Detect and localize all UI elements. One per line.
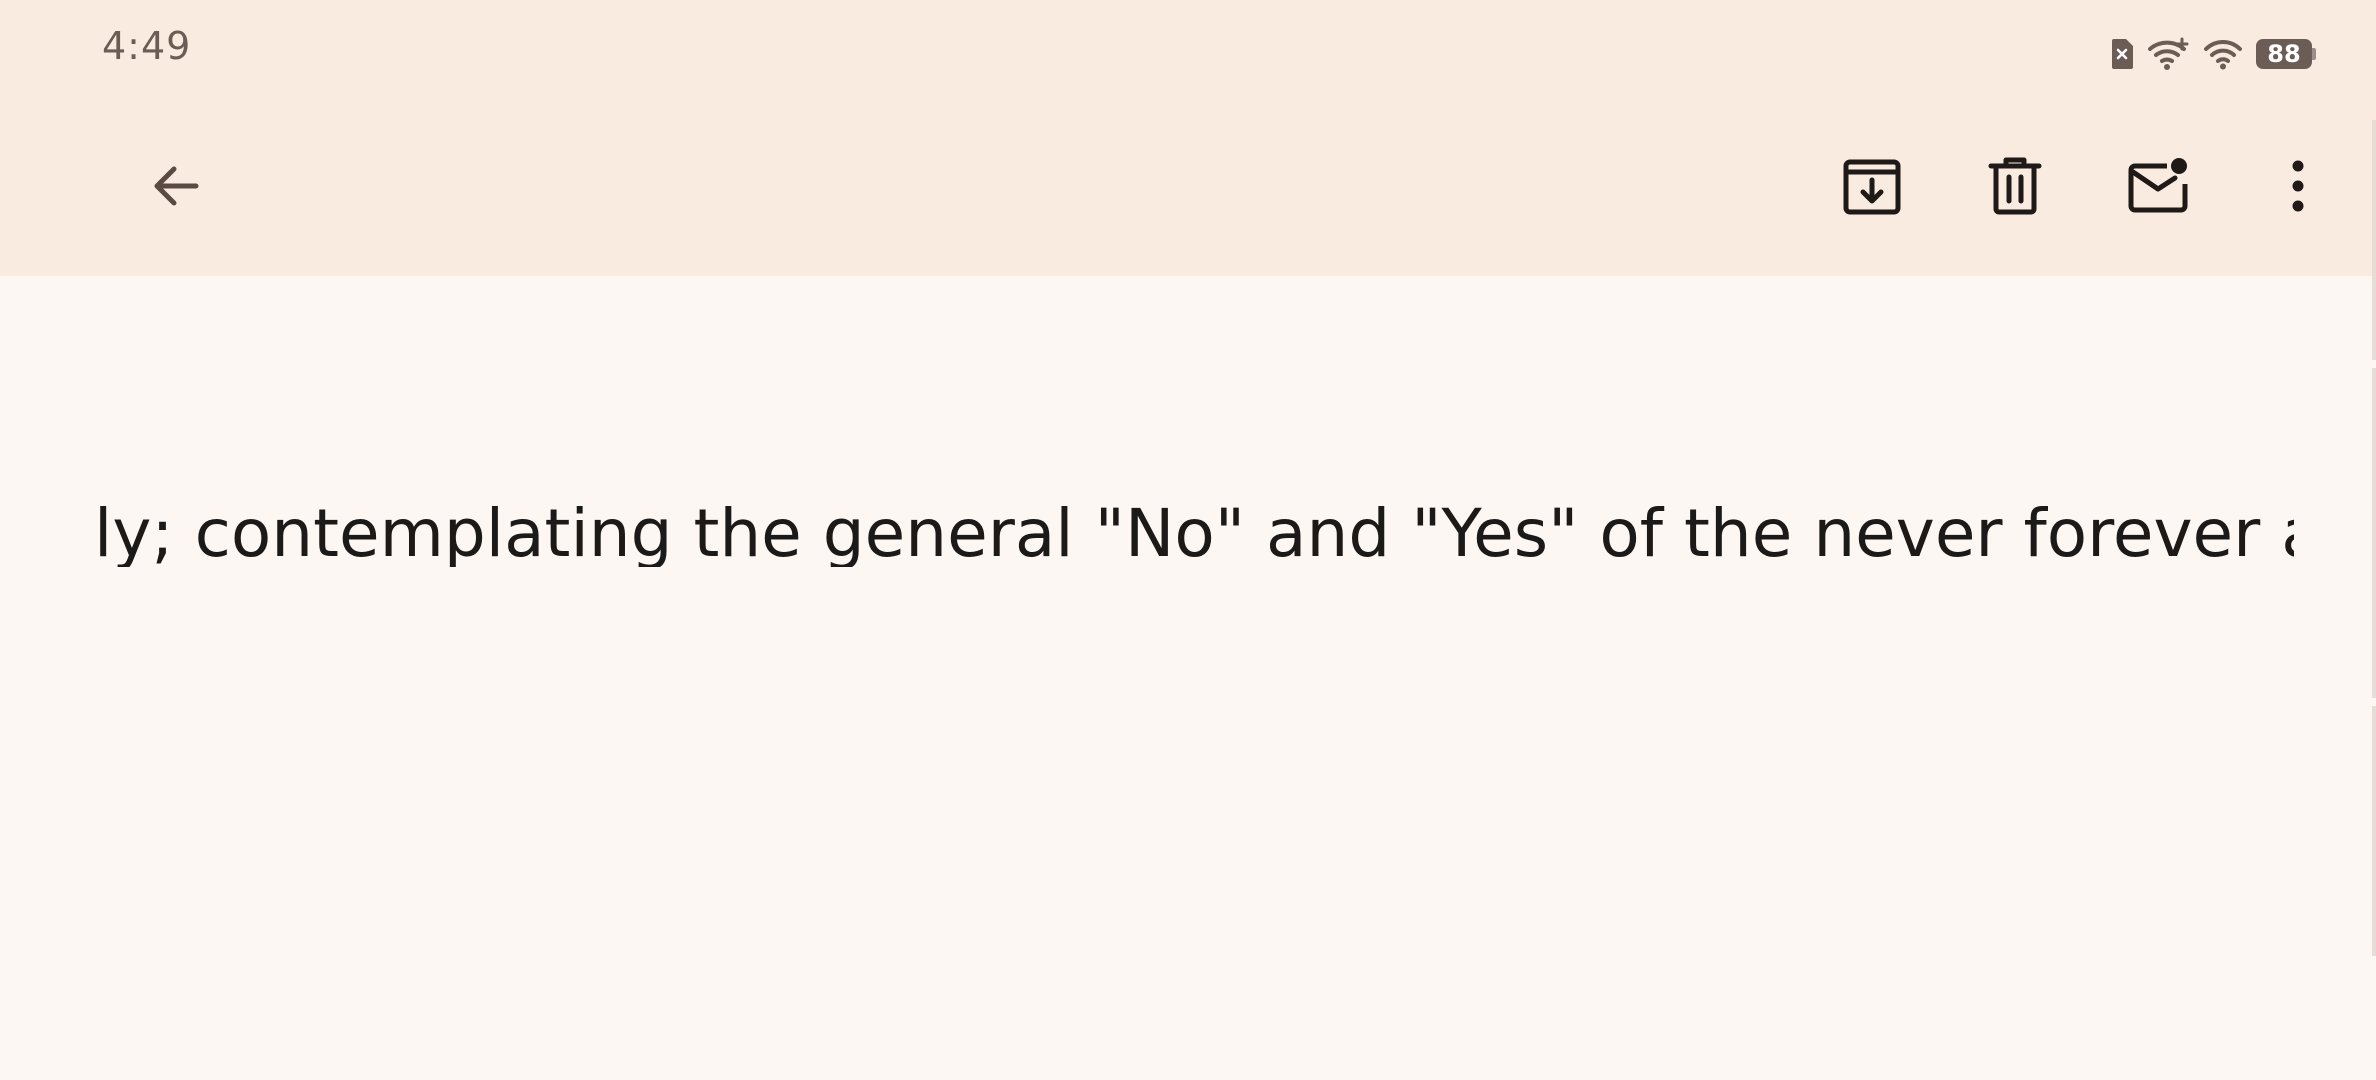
scroll-edge-top	[2372, 120, 2376, 360]
sim-off-icon	[2110, 38, 2134, 70]
message-text: ly; contemplating the general "No" and "…	[94, 501, 2294, 567]
archive-button[interactable]	[1824, 140, 1920, 236]
wifi-icon	[2204, 38, 2242, 70]
status-icons: 88	[2110, 30, 2316, 78]
scroll-edge-middle	[2372, 368, 2376, 698]
top-app-bar	[0, 100, 2376, 276]
wifi-plus-icon	[2148, 37, 2190, 71]
status-time: 4:49	[102, 24, 192, 68]
scroll-edge-bottom	[2372, 706, 2376, 956]
mark-unread-icon	[2127, 156, 2191, 220]
back-button[interactable]	[128, 140, 224, 236]
more-vert-icon	[2288, 158, 2308, 218]
battery-icon: 88	[2256, 39, 2316, 69]
message-body: ly; contemplating the general "No" and "…	[0, 276, 2376, 1080]
delete-icon	[1988, 156, 2042, 220]
battery-level: 88	[2256, 39, 2312, 69]
mark-unread-button[interactable]	[2111, 140, 2207, 236]
status-bar: 4:49 88	[0, 0, 2376, 100]
more-options-button[interactable]	[2250, 140, 2346, 236]
archive-icon	[1842, 156, 1902, 220]
delete-button[interactable]	[1967, 140, 2063, 236]
arrow-back-icon	[148, 158, 204, 218]
